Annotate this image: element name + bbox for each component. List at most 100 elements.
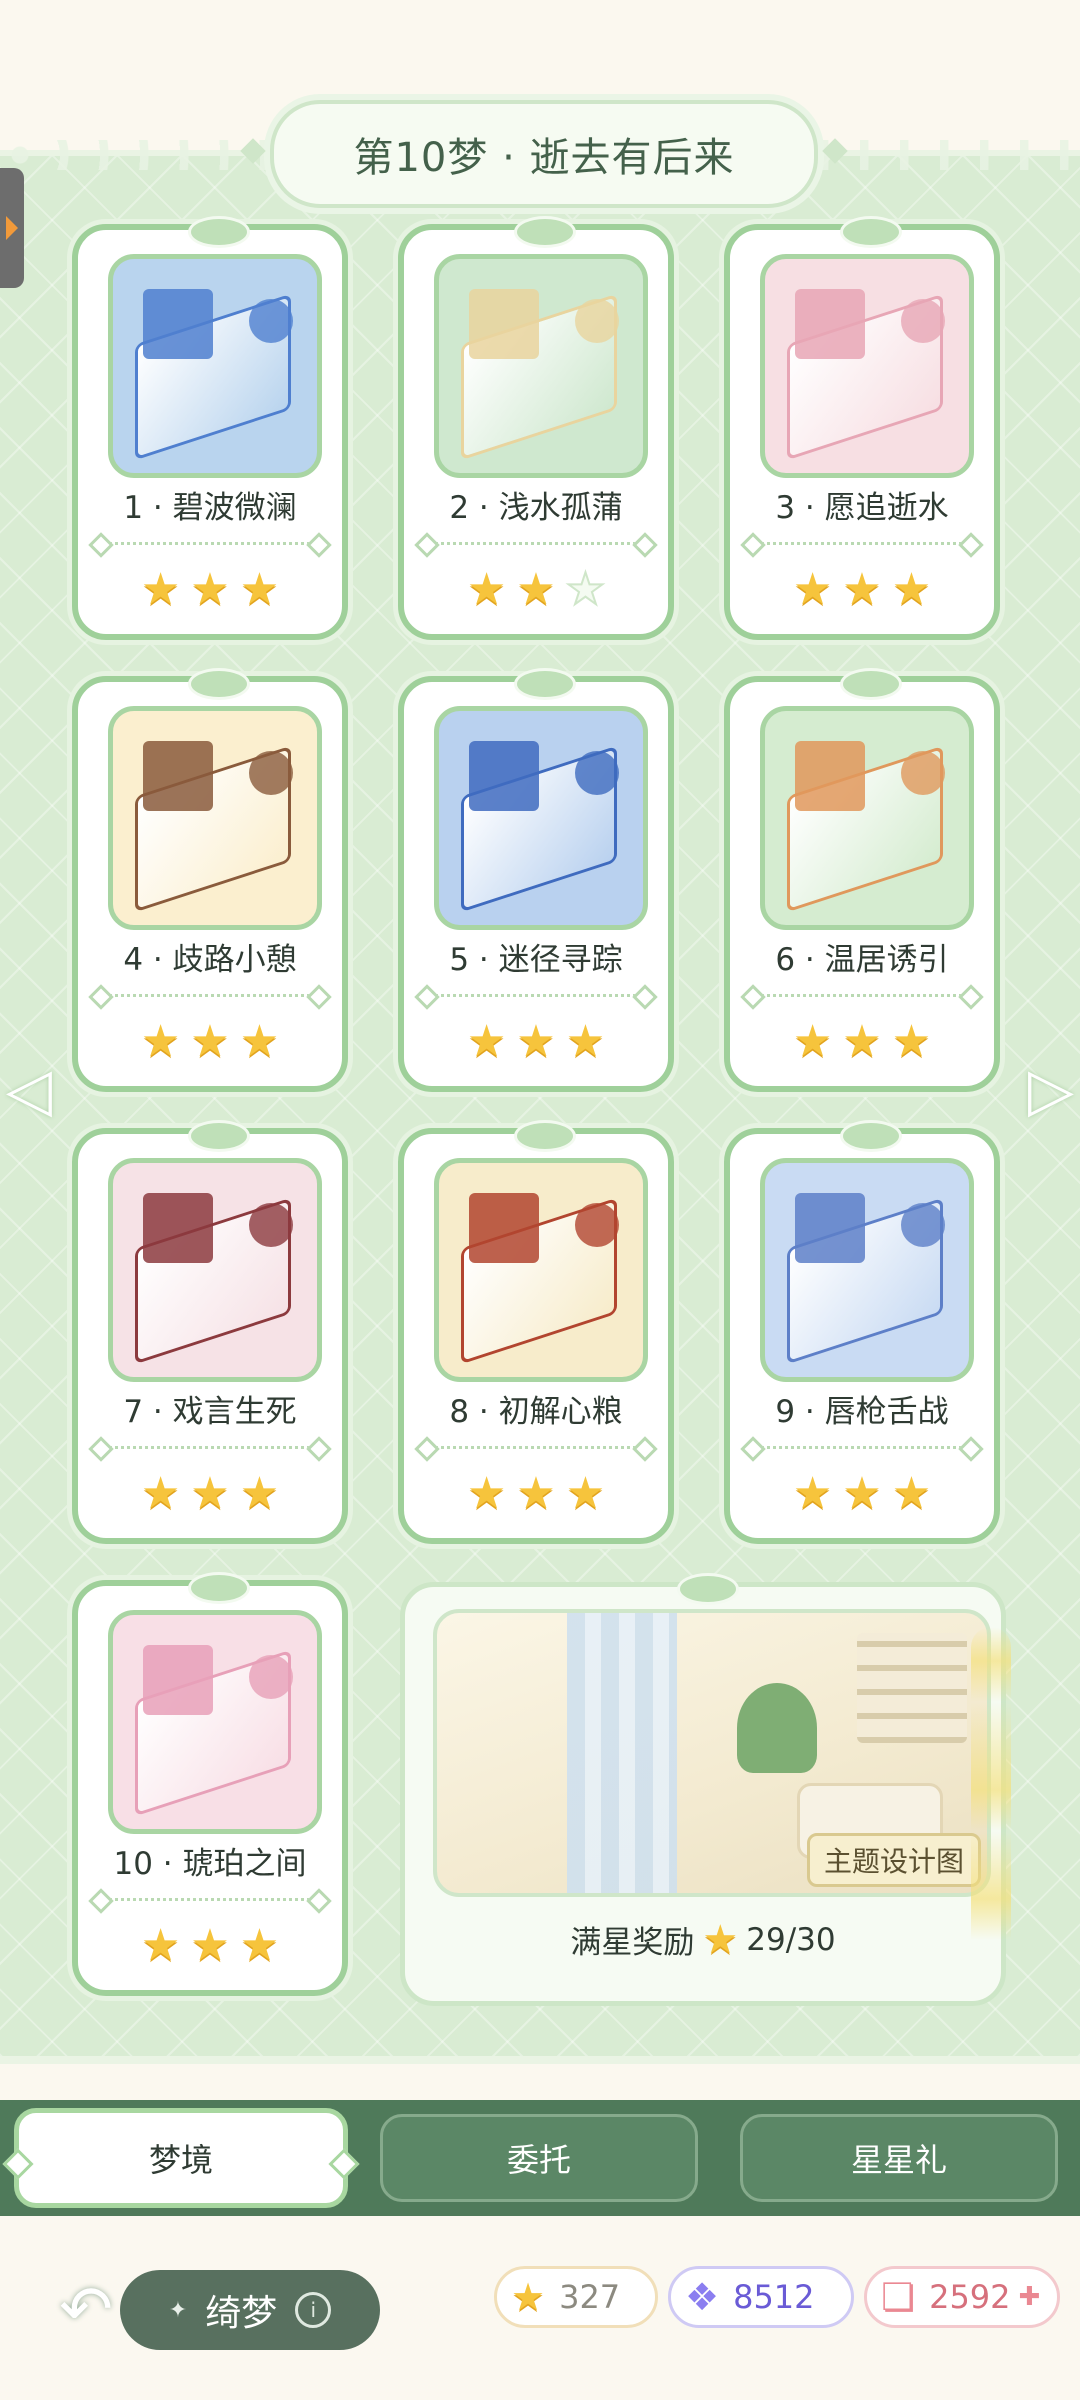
- sparkle-icon: ✦: [168, 2297, 188, 2323]
- gem-icon: ❖: [685, 2275, 720, 2319]
- level-card[interactable]: 10 · 琥珀之间 ★ ★ ★: [72, 1572, 348, 1996]
- level-card[interactable]: 7 · 戏言生死 ★ ★ ★: [72, 1120, 348, 1544]
- dotted-divider: [750, 1446, 974, 1449]
- level-card[interactable]: 9 · 唇枪舌战 ★ ★ ★: [724, 1120, 1000, 1544]
- reward-progress-value: 29/30: [746, 1921, 836, 1958]
- level-card[interactable]: 1 · 碧波微澜 ★ ★ ★: [72, 216, 348, 640]
- star-filled-icon: ★: [516, 1468, 556, 1519]
- bow-decoration: [188, 668, 250, 700]
- star-filled-icon: ★: [190, 1468, 230, 1519]
- prev-page-arrow-icon[interactable]: ◁: [4, 1050, 54, 1130]
- theme-design-image[interactable]: 主题设计图: [433, 1609, 991, 1897]
- currency-star[interactable]: ★ 327: [494, 2266, 658, 2328]
- star-filled-icon: ★: [466, 1016, 507, 1067]
- level-thumbnail: [760, 706, 974, 930]
- star-filled-icon: ★: [842, 564, 882, 615]
- dotted-divider: [98, 1898, 322, 1901]
- dotted-divider: [424, 1446, 648, 1449]
- level-stars: ★ ★ ★: [404, 564, 668, 615]
- level-card[interactable]: 3 · 愿追逝水 ★ ★ ★: [724, 216, 1000, 640]
- star-filled-icon: ★: [140, 564, 181, 615]
- level-card[interactable]: 6 · 温居诱引 ★ ★ ★: [724, 668, 1000, 1092]
- level-thumbnail: [108, 254, 322, 478]
- bow-decoration: [840, 668, 902, 700]
- level-thumbnail: [434, 706, 648, 930]
- tab-commission[interactable]: 委托: [380, 2114, 698, 2202]
- flower-decoration: [971, 1627, 1011, 1967]
- level-name: 10 · 琥珀之间: [113, 1846, 307, 1882]
- currency-star-value: 327: [559, 2278, 621, 2316]
- star-filled-icon: ★: [239, 1016, 280, 1067]
- level-thumbnail: [760, 254, 974, 478]
- shelf-art: [857, 1633, 967, 1743]
- room-wall-art: [469, 741, 539, 811]
- star-filled-icon: ★: [891, 1468, 932, 1519]
- level-stars: ★ ★ ★: [730, 1472, 994, 1516]
- level-name: 8 · 初解心粮: [449, 1394, 623, 1430]
- room-wall-art: [143, 741, 213, 811]
- dotted-divider: [750, 542, 974, 545]
- level-name: 1 · 碧波微澜: [123, 490, 297, 526]
- room-wall-art: [143, 289, 213, 359]
- level-name: 6 · 温居诱引: [775, 942, 949, 978]
- level-name: 9 · 唇枪舌战: [775, 1394, 949, 1430]
- chapter-title-plate: 第10梦 · 逝去有后来: [240, 100, 848, 208]
- room-decor-art: [901, 1203, 945, 1247]
- curtain-art: [567, 1613, 677, 1893]
- next-page-arrow-icon[interactable]: ▷: [1026, 1050, 1076, 1130]
- bottom-tab-bar: 梦境 委托 星星礼: [0, 2100, 1080, 2216]
- star-filled-icon: ★: [891, 564, 932, 615]
- bow-decoration: [188, 1120, 250, 1152]
- dotted-divider: [98, 994, 322, 997]
- star-filled-icon: ★: [239, 564, 280, 615]
- level-card[interactable]: 4 · 歧路小憩 ★ ★ ★: [72, 668, 348, 1092]
- star-filled-icon: ★: [516, 1016, 556, 1067]
- star-filled-icon: ★: [842, 1468, 882, 1519]
- level-stars: ★ ★ ★: [730, 1020, 994, 1064]
- currency-ticket-value: 2592: [929, 2278, 1011, 2316]
- full-star-reward-panel[interactable]: 主题设计图 满星奖励 ★ 29/30: [400, 1573, 1011, 2006]
- plus-icon[interactable]: ✚: [1019, 2282, 1041, 2312]
- level-card[interactable]: 2 · 浅水孤蒲 ★ ★ ★: [398, 216, 674, 640]
- star-filled-icon: ★: [140, 1920, 181, 1971]
- star-filled-icon: ★: [140, 1016, 181, 1067]
- level-name: 2 · 浅水孤蒲: [449, 490, 623, 526]
- level-card[interactable]: 8 · 初解心粮 ★ ★ ★: [398, 1120, 674, 1544]
- bow-decoration: [514, 1120, 576, 1152]
- level-stars: ★ ★ ★: [730, 568, 994, 612]
- info-icon[interactable]: i: [295, 2292, 332, 2328]
- level-stars: ★ ★ ★: [404, 1472, 668, 1516]
- level-thumbnail: [108, 1158, 322, 1382]
- level-stars: ★ ★ ★: [404, 1020, 668, 1064]
- side-drawer-handle[interactable]: [0, 168, 24, 288]
- currency-gem-value: 8512: [733, 2278, 815, 2316]
- back-arrow-icon[interactable]: ↶: [40, 2264, 132, 2356]
- star-filled-icon: ★: [239, 1920, 280, 1971]
- star-filled-icon: ★: [190, 564, 230, 615]
- bow-decoration: [188, 216, 250, 248]
- room-decor-art: [249, 1655, 293, 1699]
- tab-star-gift[interactable]: 星星礼: [740, 2114, 1058, 2202]
- room-wall-art: [795, 289, 865, 359]
- star-icon: ★: [702, 1916, 739, 1963]
- dream-title-pill[interactable]: ✦ 绮梦 i: [120, 2270, 380, 2350]
- level-name: 4 · 歧路小憩: [123, 942, 297, 978]
- currency-gem[interactable]: ❖ 8512: [668, 2266, 854, 2328]
- bow-decoration: [188, 1572, 250, 1604]
- level-card[interactable]: 5 · 迷径寻踪 ★ ★ ★: [398, 668, 674, 1092]
- star-filled-icon: ★: [565, 1468, 606, 1519]
- tab-dream[interactable]: 梦境: [14, 2108, 348, 2208]
- star-filled-icon: ★: [516, 564, 556, 615]
- bow-decoration: [514, 216, 576, 248]
- currency-ticket[interactable]: ❏ 2592 ✚: [864, 2266, 1060, 2328]
- plant-art: [737, 1683, 817, 1773]
- bow-decoration: [677, 1573, 739, 1605]
- star-filled-icon: ★: [792, 1468, 833, 1519]
- room-decor-art: [575, 1203, 619, 1247]
- level-thumbnail: [434, 1158, 648, 1382]
- level-name: 3 · 愿追逝水: [775, 490, 949, 526]
- dream-title: 绮梦: [205, 2293, 278, 2334]
- room-wall-art: [795, 1193, 865, 1263]
- level-name: 5 · 迷径寻踪: [449, 942, 623, 978]
- room-decor-art: [249, 751, 293, 795]
